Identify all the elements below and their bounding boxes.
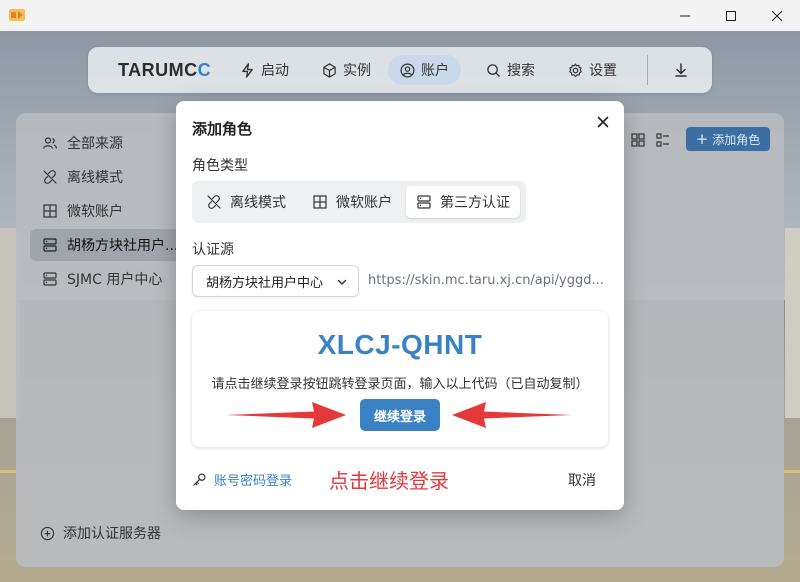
sidebar-item-sjmc[interactable]: SJMC 用户中心: [34, 263, 162, 295]
link-off-icon: [207, 195, 221, 209]
continue-login-button[interactable]: 继续登录: [360, 399, 440, 431]
cancel-button[interactable]: 取消: [568, 470, 596, 490]
sidebar-item-offline[interactable]: 离线模式: [34, 161, 123, 193]
microsoft-icon: [43, 204, 57, 218]
sidebar-item-label: 全部来源: [67, 136, 123, 152]
nav-divider: [647, 55, 648, 85]
maximize-icon: [726, 10, 736, 21]
login-hint: 请点击继续登录按钮跳转登录页面，输入以上代码（已自动复制）: [211, 377, 589, 392]
user-circle-icon: [400, 63, 415, 77]
sidebar-item-label: 胡杨方块社用户...: [67, 238, 179, 254]
server-icon: [43, 238, 57, 252]
nav-accounts[interactable]: 账户: [388, 55, 461, 85]
nav-search-label: 搜索: [507, 63, 535, 79]
nav-instances-label: 实例: [343, 63, 371, 79]
app-logo-icon: [9, 9, 25, 21]
download-icon[interactable]: [672, 61, 690, 79]
cube-icon: [323, 62, 336, 78]
nav-search[interactable]: 搜索: [474, 55, 547, 85]
minimize-button[interactable]: [662, 0, 708, 31]
role-type-label-text: 离线模式: [230, 195, 286, 211]
add-role-button[interactable]: + 添加角色: [686, 127, 770, 151]
nav-launch-label: 启动: [261, 63, 289, 79]
list-view-icon[interactable]: [655, 132, 671, 148]
auth-source-label: 认证源: [192, 242, 234, 258]
search-icon: [487, 63, 501, 77]
nav-settings-label: 设置: [589, 63, 617, 79]
password-login-link[interactable]: 账号密码登录: [192, 470, 292, 489]
auth-source-value: 胡杨方块社用户中心: [206, 275, 324, 291]
chevron-down-icon: [337, 279, 347, 285]
dialog-title: 添加角色: [192, 120, 253, 138]
lightning-icon: [242, 62, 253, 78]
role-type-label-text: 微软账户: [336, 195, 392, 211]
microsoft-icon: [313, 195, 327, 209]
add-role-label: 添加角色: [712, 132, 761, 147]
device-code: XLCJ-QHNT: [317, 329, 483, 360]
maximize-button[interactable]: [708, 0, 754, 31]
auth-source-select[interactable]: 胡杨方块社用户中心: [192, 265, 359, 297]
brand-logo: TARUMCC: [118, 60, 212, 80]
sidebar-item-microsoft[interactable]: 微软账户: [34, 195, 123, 227]
link-off-icon: [43, 170, 57, 184]
nav-settings[interactable]: 设置: [556, 55, 629, 85]
role-type-selector: 离线模式 微软账户 第三方认证: [192, 181, 526, 223]
grid-view-icon[interactable]: [630, 132, 646, 148]
continue-login-label: 继续登录: [373, 409, 426, 425]
password-login-label: 账号密码登录: [214, 474, 293, 489]
role-type-label-text: 第三方认证: [440, 195, 510, 211]
close-icon: [772, 10, 782, 21]
device-code-card: XLCJ-QHNT 请点击继续登录按钮跳转登录页面，输入以上代码（已自动复制） …: [192, 311, 608, 447]
add-role-dialog: 添加角色 角色类型 离线模式 微软账户 第三方认证 认证源 胡杨方块社用户中心 …: [176, 101, 624, 510]
users-icon: [42, 137, 58, 149]
plus-icon: +: [695, 130, 709, 148]
add-auth-server-label: 添加认证服务器: [63, 526, 161, 542]
top-navigation: TARUMCC 启动 实例 账户 搜索 设置: [88, 47, 712, 93]
nav-instances[interactable]: 实例: [310, 55, 383, 85]
sidebar-item-label: SJMC 用户中心: [67, 272, 163, 288]
arrow-left-annotation: [452, 402, 572, 428]
window-title-bar: [0, 0, 800, 31]
server-icon: [417, 195, 431, 209]
close-icon[interactable]: [595, 114, 611, 130]
nav-accounts-label: 账户: [421, 63, 449, 79]
role-type-label: 角色类型: [192, 158, 248, 174]
role-type-microsoft[interactable]: 微软账户: [302, 186, 402, 218]
auth-source-url: https://skin.mc.taru.xj.cn/api/yggd...: [368, 273, 604, 288]
role-type-offline[interactable]: 离线模式: [196, 186, 296, 218]
key-icon: [193, 473, 206, 486]
nav-launch[interactable]: 启动: [228, 55, 301, 85]
add-auth-server-button[interactable]: 添加认证服务器: [40, 523, 161, 543]
server-icon: [43, 272, 57, 286]
sidebar-item-huyang[interactable]: 胡杨方块社用户...: [30, 229, 190, 261]
annotation-text: 点击继续登录: [329, 469, 449, 493]
arrow-right-annotation: [226, 402, 346, 428]
minimize-icon: [680, 15, 690, 16]
role-type-third-party[interactable]: 第三方认证: [406, 186, 520, 218]
sidebar-item-all-sources[interactable]: 全部来源: [34, 127, 123, 159]
sidebar-item-label: 微软账户: [67, 204, 123, 220]
gear-icon: [569, 63, 582, 77]
close-window-button[interactable]: [754, 0, 800, 31]
plus-circle-icon: [40, 526, 55, 540]
sidebar-item-label: 离线模式: [67, 170, 123, 186]
